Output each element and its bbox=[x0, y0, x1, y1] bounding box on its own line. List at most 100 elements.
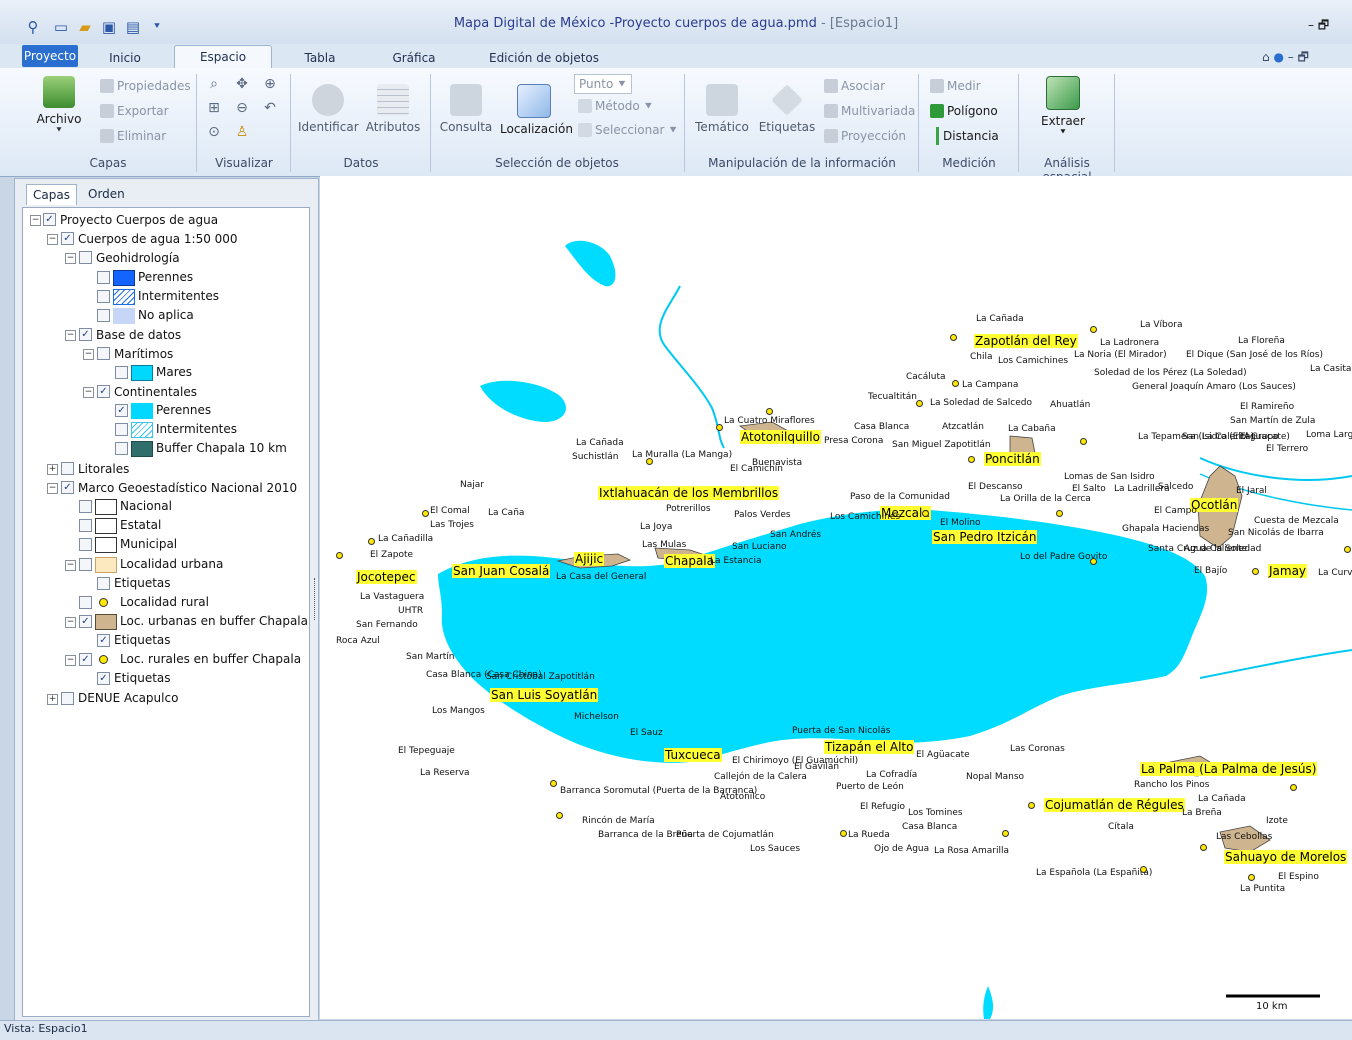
propiedades-button[interactable]: Propiedades bbox=[100, 77, 191, 95]
restore-doc-icon[interactable]: 🗗 bbox=[1298, 50, 1309, 64]
layer-item[interactable]: Buffer Chapala 10 km bbox=[156, 439, 287, 458]
zoom-previous-icon[interactable]: ↶ bbox=[262, 100, 278, 116]
tab-orden[interactable]: Orden bbox=[82, 184, 131, 204]
layer-item[interactable]: Etiquetas bbox=[114, 631, 171, 650]
seleccionar-dropdown[interactable]: Seleccionar ⯆ bbox=[578, 121, 678, 139]
multivariada-button[interactable]: Multivariada bbox=[824, 102, 915, 120]
map-canvas[interactable] bbox=[320, 176, 1352, 1019]
expand-icon[interactable]: + bbox=[47, 464, 58, 475]
info-person-icon[interactable]: ♙ bbox=[234, 124, 250, 140]
checkbox[interactable] bbox=[97, 347, 110, 360]
tab-capas[interactable]: Capas bbox=[26, 184, 77, 205]
tab-proyecto[interactable]: Proyecto bbox=[22, 45, 78, 67]
etiquetas-button[interactable]: Etiquetas bbox=[758, 84, 816, 134]
checkbox-checked[interactable]: ✓ bbox=[61, 481, 74, 494]
layer-item[interactable]: Intermitentes bbox=[156, 420, 237, 439]
layer-item[interactable]: Proyecto Cuerpos de agua bbox=[60, 211, 218, 230]
layer-item[interactable]: Etiquetas bbox=[114, 574, 171, 593]
checkbox-checked[interactable]: ✓ bbox=[61, 232, 74, 245]
layer-item[interactable]: Litorales bbox=[78, 460, 129, 479]
tematico-button[interactable]: Temático bbox=[694, 84, 750, 134]
layer-item[interactable]: Cuerpos de agua 1:50 000 bbox=[78, 230, 238, 249]
checkbox-checked[interactable]: ✓ bbox=[115, 404, 128, 417]
layer-item[interactable]: Loc. rurales en buffer Chapala bbox=[120, 650, 301, 669]
checkbox-checked[interactable]: ✓ bbox=[79, 615, 92, 628]
checkbox[interactable] bbox=[115, 423, 128, 436]
checkbox[interactable] bbox=[97, 271, 110, 284]
layer-item[interactable]: No aplica bbox=[138, 306, 194, 325]
checkbox[interactable] bbox=[79, 519, 92, 532]
punto-dropdown[interactable]: Punto ⯆ bbox=[574, 74, 632, 94]
collapse-icon[interactable]: − bbox=[65, 560, 76, 571]
zoom-extent-icon[interactable]: ⌕ bbox=[206, 76, 222, 92]
checkbox-checked[interactable]: ✓ bbox=[97, 634, 110, 647]
layer-item[interactable]: Intermitentes bbox=[138, 287, 219, 306]
layer-item[interactable]: Mares bbox=[156, 363, 192, 382]
layer-item[interactable]: Perennes bbox=[156, 401, 211, 420]
checkbox[interactable] bbox=[61, 692, 74, 705]
layer-item[interactable]: Base de datos bbox=[96, 326, 181, 345]
expand-icon[interactable]: + bbox=[47, 694, 58, 705]
extraer-button[interactable]: Extraer ⯆ bbox=[1034, 76, 1092, 138]
layer-item[interactable]: Municipal bbox=[120, 535, 177, 554]
layer-item[interactable]: Nacional bbox=[120, 497, 172, 516]
layer-item[interactable]: Etiquetas bbox=[114, 669, 171, 688]
checkbox[interactable] bbox=[115, 442, 128, 455]
collapse-icon[interactable]: − bbox=[65, 617, 76, 628]
zoom-in-icon[interactable]: ⊕ bbox=[262, 76, 278, 92]
layer-item[interactable]: Loc. urbanas en buffer Chapala bbox=[120, 612, 308, 631]
proyeccion-button[interactable]: Proyección bbox=[824, 127, 906, 145]
tab-inicio[interactable]: Inicio bbox=[95, 48, 155, 68]
collapse-icon[interactable]: − bbox=[65, 330, 76, 341]
identificar-button[interactable]: Identificar bbox=[298, 84, 359, 134]
collapse-icon[interactable]: − bbox=[65, 655, 76, 666]
layer-item[interactable]: Marco Geoestadístico Nacional 2010 bbox=[78, 479, 297, 498]
collapse-ribbon-icon[interactable]: ⌂ bbox=[1262, 50, 1270, 64]
layer-item[interactable]: Localidad urbana bbox=[120, 555, 223, 574]
checkbox[interactable] bbox=[97, 309, 110, 322]
atributos-button[interactable]: Atributos bbox=[364, 84, 422, 134]
checkbox-checked[interactable]: ✓ bbox=[43, 213, 56, 226]
tab-grafica[interactable]: Gráfica bbox=[384, 48, 444, 68]
checkbox-checked[interactable]: ✓ bbox=[97, 385, 110, 398]
localizacion-button[interactable]: Localización bbox=[500, 84, 573, 136]
poligono-button[interactable]: Polígono bbox=[930, 102, 998, 120]
archivo-button[interactable]: Archivo ⯆ bbox=[30, 76, 88, 136]
checkbox[interactable] bbox=[79, 500, 92, 513]
checkbox[interactable] bbox=[79, 558, 92, 571]
checkbox[interactable] bbox=[79, 596, 92, 609]
minimize-doc-icon[interactable]: – bbox=[1288, 50, 1294, 64]
checkbox[interactable] bbox=[79, 251, 92, 264]
tab-espacio[interactable]: Espacio bbox=[174, 45, 272, 70]
checkbox[interactable] bbox=[97, 290, 110, 303]
asociar-button[interactable]: Asociar bbox=[824, 77, 885, 95]
checkbox-checked[interactable]: ✓ bbox=[97, 672, 110, 685]
pan-icon[interactable]: ✥ bbox=[234, 76, 250, 92]
tab-edicion-objetos[interactable]: Edición de objetos bbox=[480, 48, 608, 68]
layer-item[interactable]: Marítimos bbox=[114, 345, 173, 364]
collapse-icon[interactable]: − bbox=[47, 483, 58, 494]
map-view[interactable]: Zapotlán del Rey Atotonilquillo Poncitlá… bbox=[320, 176, 1352, 1019]
metodo-dropdown[interactable]: Método ⯆ bbox=[578, 97, 653, 115]
help-icon[interactable]: ● bbox=[1273, 50, 1283, 64]
zoom-window-icon[interactable]: ⊞ bbox=[206, 100, 222, 116]
minimize-button[interactable]: – bbox=[1308, 18, 1314, 32]
layer-item[interactable]: Estatal bbox=[120, 516, 161, 535]
layer-item[interactable]: Localidad rural bbox=[120, 593, 209, 612]
restore-button[interactable]: 🗗 bbox=[1318, 18, 1329, 32]
distancia-button[interactable]: Distancia bbox=[936, 127, 999, 145]
collapse-icon[interactable]: − bbox=[83, 387, 94, 398]
medir-button[interactable]: Medir bbox=[930, 77, 981, 95]
checkbox-checked[interactable]: ✓ bbox=[79, 328, 92, 341]
checkbox[interactable] bbox=[79, 538, 92, 551]
checkbox-checked[interactable]: ✓ bbox=[79, 653, 92, 666]
eliminar-button[interactable]: Eliminar bbox=[100, 127, 166, 145]
panel-splitter[interactable] bbox=[314, 578, 317, 620]
tab-tabla[interactable]: Tabla bbox=[290, 48, 350, 68]
layer-item[interactable]: Geohidrología bbox=[96, 249, 180, 268]
layer-item[interactable]: Perennes bbox=[138, 268, 193, 287]
layer-item[interactable]: Continentales bbox=[114, 383, 197, 402]
collapse-icon[interactable]: − bbox=[65, 253, 76, 264]
zoom-out-icon[interactable]: ⊖ bbox=[234, 100, 250, 116]
checkbox[interactable] bbox=[97, 577, 110, 590]
